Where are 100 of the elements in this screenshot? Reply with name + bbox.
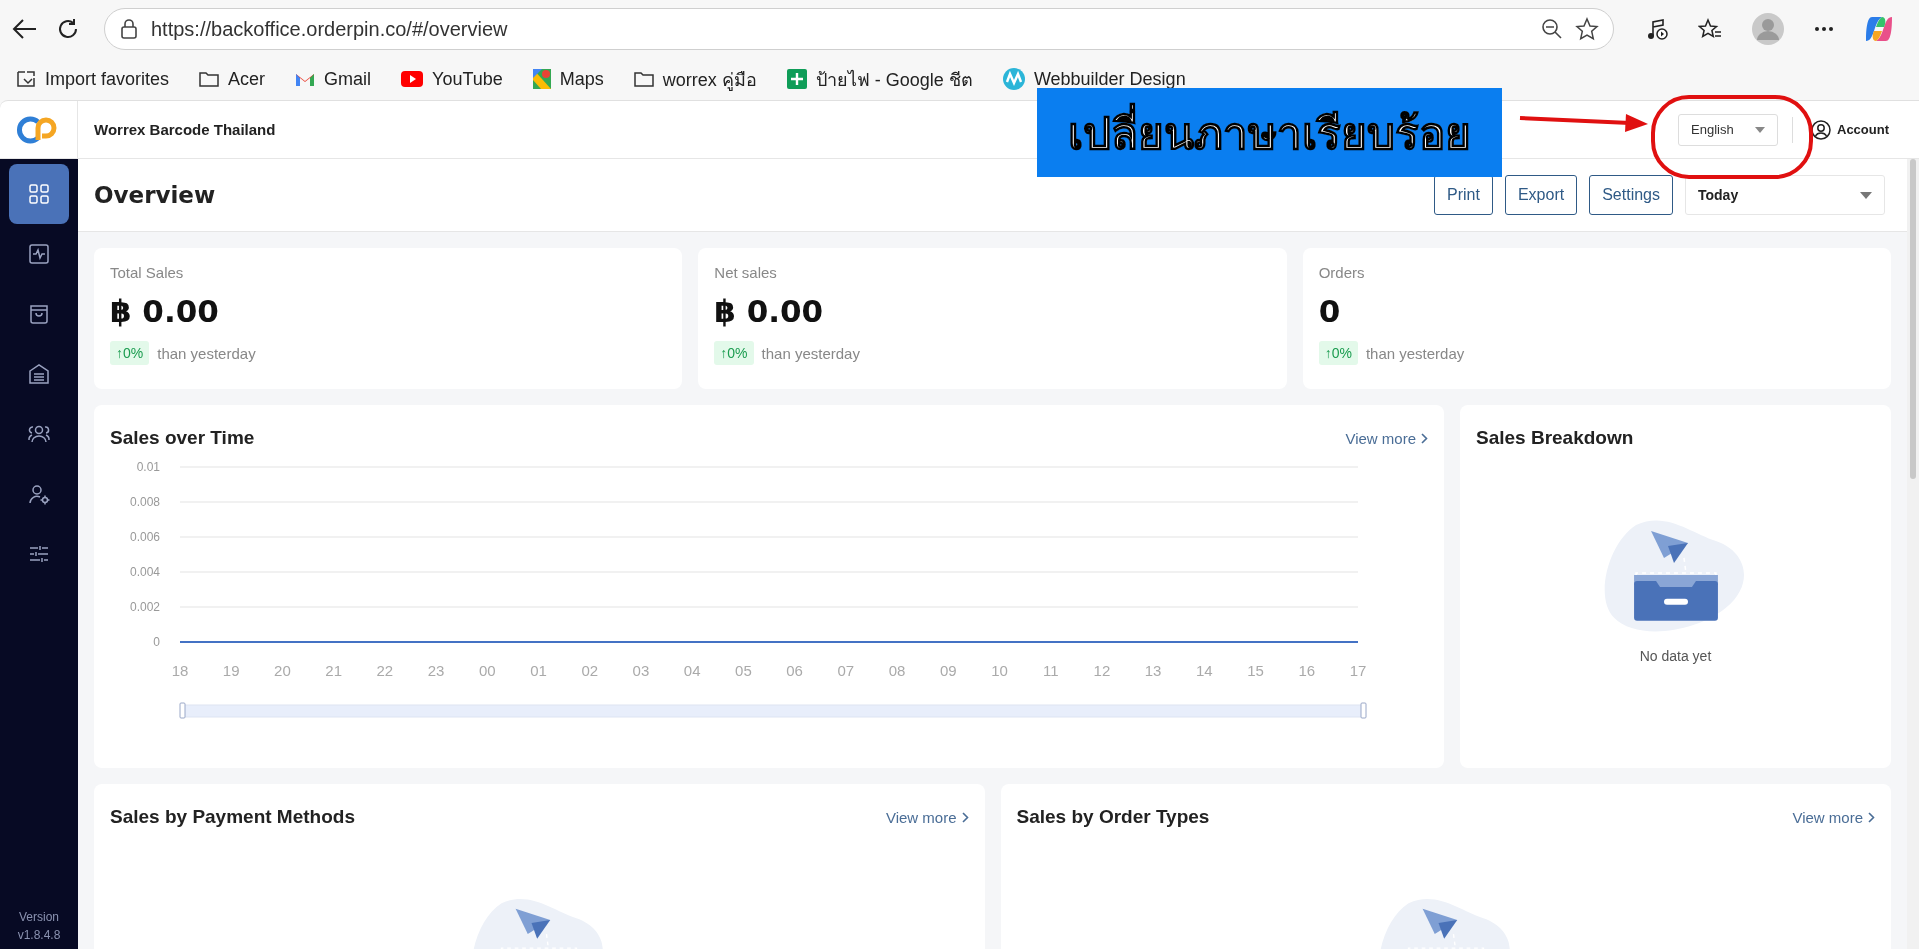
sheet-icon: [786, 69, 807, 89]
version-number: v1.8.4.8: [17, 927, 61, 944]
mail-icon: [295, 71, 316, 87]
dashboard-icon: [27, 182, 51, 206]
import-icon: [16, 70, 36, 88]
stat-label: Net sales: [714, 264, 778, 281]
x-tick-label: 14: [1196, 662, 1213, 679]
stat-label: Total Sales: [110, 264, 185, 281]
caret-icon: [1755, 126, 1765, 133]
card-title: Sales Breakdown: [1476, 427, 1634, 449]
y-tick-label: 0.01: [136, 460, 160, 474]
period-select[interactable]: Today: [1685, 175, 1885, 215]
x-tick-label: 11: [1042, 662, 1059, 679]
more-icon[interactable]: [1814, 26, 1834, 32]
card-title: Sales over Time: [110, 427, 255, 449]
x-tick-label: 15: [1247, 662, 1264, 679]
change-badge: ↑0%: [714, 341, 754, 365]
bookmark[interactable]: Webbuilder Design: [1002, 68, 1186, 90]
x-tick-label: 17: [1349, 662, 1367, 679]
change-badge: ↑0%: [110, 341, 150, 365]
x-tick-label: 19: [222, 662, 240, 679]
bookmark[interactable]: Maps: [532, 68, 604, 90]
callout-text: เปลี่ยนภาษาเรียบร้อย: [1068, 97, 1471, 168]
stat-value: ฿ 0.00: [110, 293, 220, 329]
play-icon: [401, 71, 424, 87]
chevron-icon: [1421, 432, 1428, 444]
account-button[interactable]: Account: [1811, 119, 1889, 140]
y-tick-label: 0: [153, 635, 160, 649]
x-tick-label: 16: [1298, 662, 1316, 679]
x-tick-label: 01: [530, 662, 547, 679]
bookmark[interactable]: worrex คู่มือ: [633, 64, 757, 94]
x-tick-label: 10: [991, 662, 1008, 679]
user-settings-icon: [27, 482, 51, 506]
x-tick-label: 23: [427, 662, 445, 679]
toolbar-button[interactable]: Export: [1504, 175, 1578, 215]
x-tick-label: 09: [939, 662, 957, 679]
chevron-icon: [961, 811, 969, 823]
y-tick-label: 0.004: [129, 565, 160, 579]
range-slider[interactable]: [179, 702, 1367, 719]
caret-icon: [1860, 191, 1872, 199]
x-tick-label: 06: [786, 662, 803, 679]
stat-value: 0: [1318, 293, 1342, 329]
bookmark[interactable]: Acer: [199, 68, 266, 90]
x-tick-label: 07: [837, 662, 855, 679]
profile-avatar[interactable]: [1752, 13, 1784, 45]
toolbar-button[interactable]: Print: [1434, 175, 1493, 215]
x-tick-label: 02: [581, 662, 599, 679]
x-tick-label: 13: [1144, 662, 1162, 679]
empty-message: No data yet: [1639, 647, 1712, 664]
card-title: Sales by Order Types: [1016, 806, 1210, 828]
toolbar-button[interactable]: Settings: [1589, 175, 1673, 215]
x-tick-label: 05: [735, 662, 752, 679]
folder-icon: [199, 71, 220, 87]
media-icon[interactable]: [1646, 18, 1668, 40]
x-tick-label: 22: [376, 662, 394, 679]
stat-value: ฿ 0.00: [714, 293, 825, 329]
address-bar[interactable]: https://backoffice.orderpin.co/#/overview: [104, 8, 1614, 50]
card-title: Sales by Payment Methods: [110, 806, 355, 828]
language-select[interactable]: English: [1678, 113, 1778, 146]
view-more-link[interactable]: View more: [885, 808, 969, 826]
y-tick-label: 0.002: [129, 600, 160, 614]
x-tick-label: 18: [171, 662, 189, 679]
sparkle-logo-icon[interactable]: [1864, 14, 1894, 44]
favorites-icon[interactable]: [1698, 18, 1722, 40]
view-more-link[interactable]: View more: [1792, 808, 1875, 826]
view-more-link[interactable]: View more: [1345, 429, 1428, 447]
back-icon[interactable]: [12, 18, 38, 40]
bookmark[interactable]: Import favorites: [16, 68, 170, 90]
reload-icon[interactable]: [56, 17, 80, 41]
sidebar-item[interactable]: [9, 164, 69, 224]
version-label: Version: [17, 909, 60, 926]
stat-label: Orders: [1318, 264, 1366, 281]
x-tick-label: 03: [632, 662, 650, 679]
wave-logo-icon: [1002, 68, 1025, 90]
y-tick-label: 0.008: [129, 495, 160, 509]
x-tick-label: 08: [888, 662, 906, 679]
bookmark[interactable]: Gmail: [295, 68, 372, 90]
change-note: than yesterday: [761, 344, 860, 362]
page-title: Overview: [94, 182, 217, 208]
lock-icon[interactable]: [119, 18, 139, 40]
chevron-icon: [1868, 811, 1875, 823]
folder-icon: [633, 71, 654, 87]
map-icon: [532, 69, 551, 89]
x-tick-label: 21: [325, 662, 342, 679]
zoom-out-icon[interactable]: [1541, 18, 1563, 40]
x-tick-label: 12: [1093, 662, 1111, 679]
bookmark[interactable]: YouTube: [401, 68, 503, 90]
bookmark[interactable]: ป้ายไฟ - Google ชีต: [786, 64, 973, 94]
bag-icon: [27, 302, 51, 326]
change-note: than yesterday: [1365, 344, 1465, 362]
x-tick-label: 20: [274, 662, 291, 679]
activity-icon: [27, 242, 51, 266]
change-note: than yesterday: [157, 344, 256, 362]
company-name: Worrex Barcode Thailand: [94, 121, 276, 138]
star-icon[interactable]: [1575, 17, 1599, 41]
y-tick-label: 0.006: [129, 530, 160, 544]
x-tick-label: 04: [683, 662, 701, 679]
warehouse-icon: [27, 362, 51, 386]
user-icon: [1811, 119, 1831, 140]
change-badge: ↑0%: [1318, 341, 1358, 365]
